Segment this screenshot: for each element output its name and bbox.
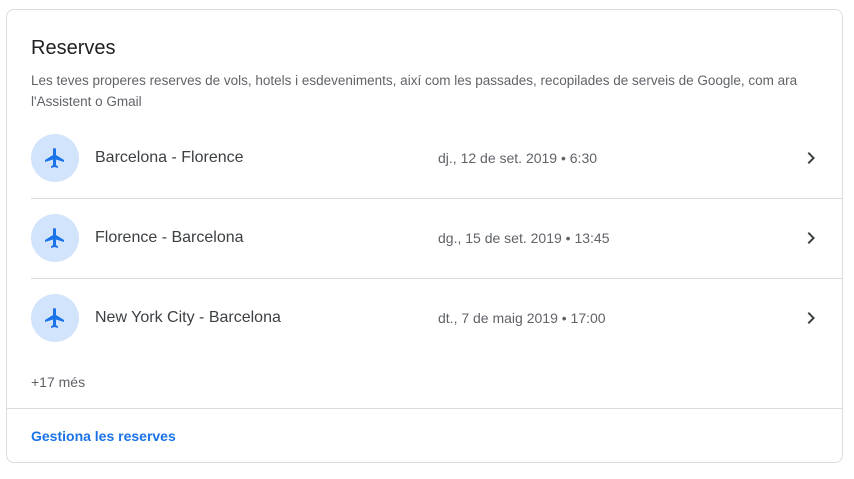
airplane-icon [31,294,79,342]
reservation-row[interactable]: Barcelona - Florence dj., 12 de set. 201… [31,118,843,199]
reservation-date: dt., 7 de maig 2019 • 17:00 [438,310,606,326]
reservation-route: Barcelona - Florence [95,149,244,166]
more-count: +17 més [31,374,86,390]
reservation-row[interactable]: New York City - Barcelona dt., 7 de maig… [31,278,843,358]
reservation-route: New York City - Barcelona [95,309,281,326]
reservation-route: Florence - Barcelona [95,229,244,246]
manage-reservations-link[interactable]: Gestiona les reserves [31,426,176,446]
reservation-date: dg., 15 de set. 2019 • 13:45 [438,230,610,246]
airplane-icon [31,134,79,182]
airplane-icon [31,214,79,262]
card-title: Reserves [31,37,116,59]
reservation-row[interactable]: Florence - Barcelona dg., 15 de set. 201… [31,198,843,279]
reservations-card: Reserves Les teves properes reserves de … [6,9,843,463]
divider [7,408,842,409]
reservation-date: dj., 12 de set. 2019 • 6:30 [438,150,598,166]
card-description: Les teves properes reserves de vols, hot… [31,73,798,109]
chevron-right-icon[interactable] [799,146,823,170]
chevron-right-icon[interactable] [799,306,823,330]
chevron-right-icon[interactable] [799,226,823,250]
